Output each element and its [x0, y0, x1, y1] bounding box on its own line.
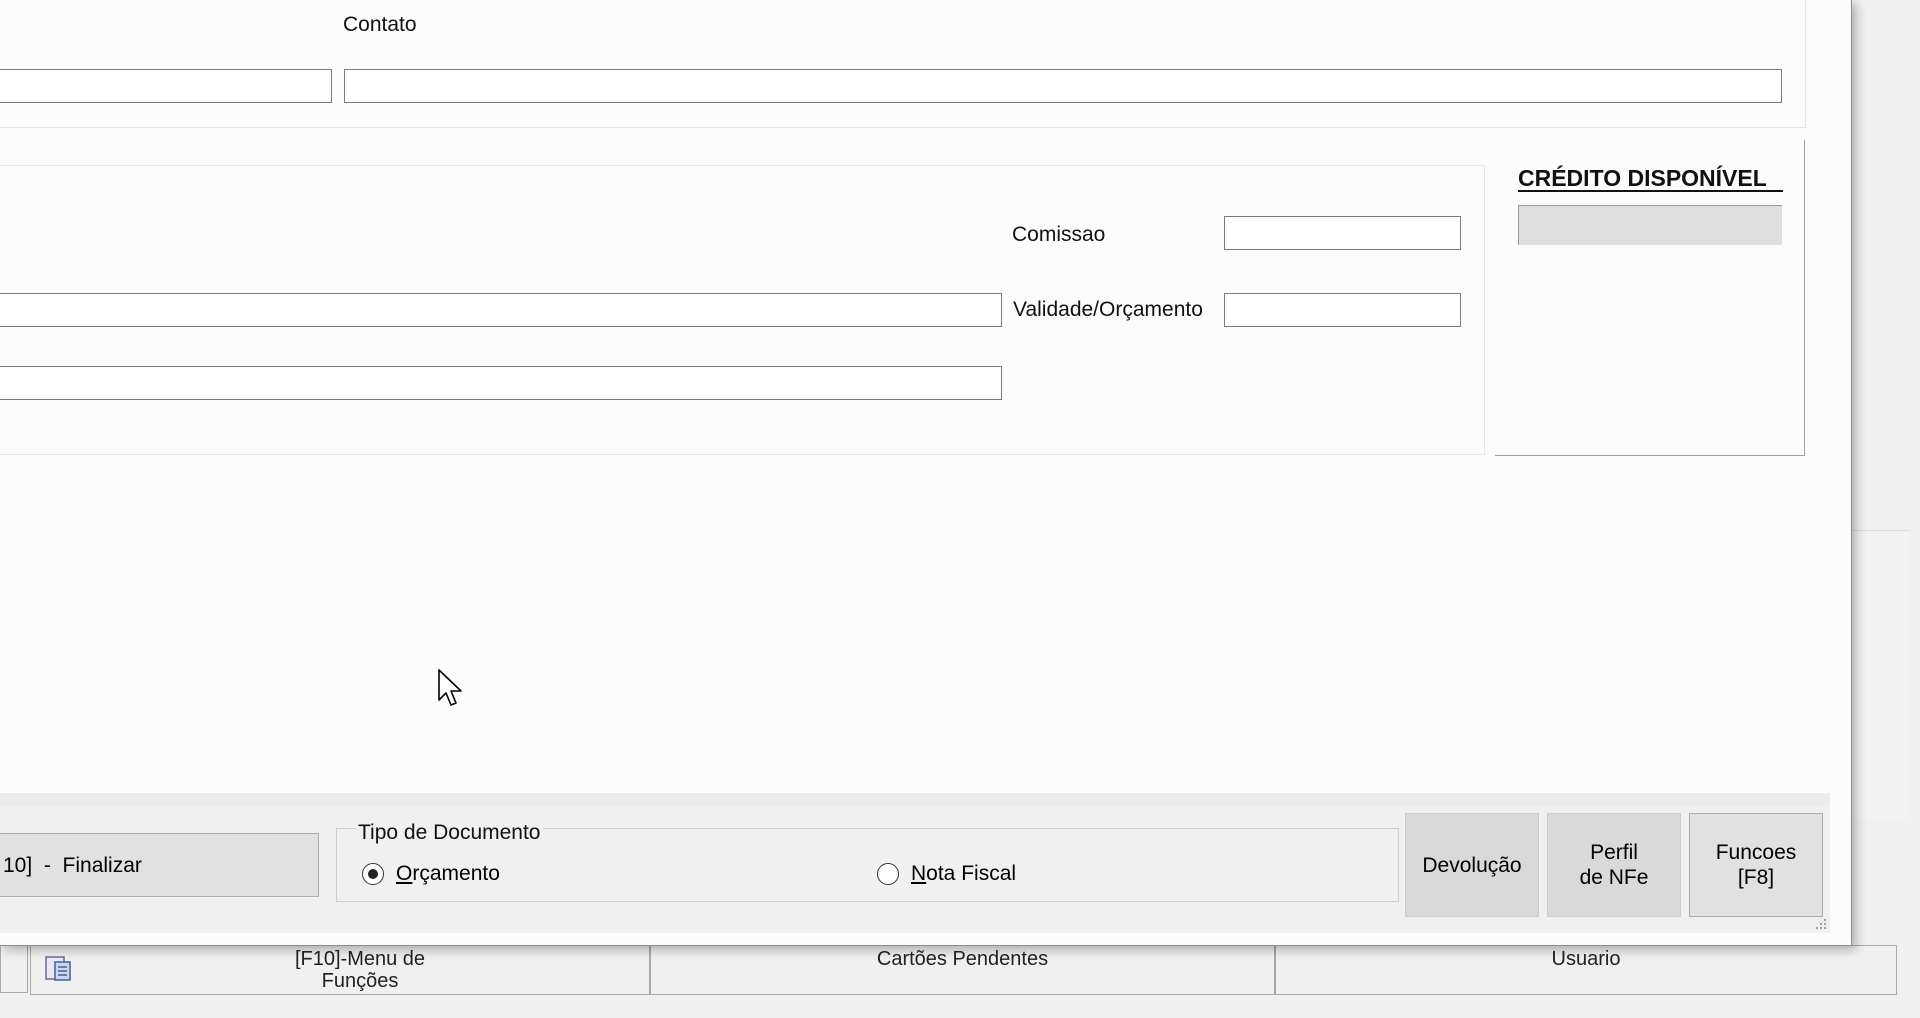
nota-fiscal-radio-circle[interactable]	[877, 863, 899, 885]
radio-selected-dot	[368, 869, 378, 879]
funcoes-label-line1: Funcoes	[1715, 841, 1797, 864]
credito-title-underline	[1518, 190, 1783, 192]
menu-functions-button[interactable]: [F10]-Menu de Funções	[30, 945, 650, 995]
comissao-label: Comissao	[1012, 223, 1106, 246]
perfil-nfe-button[interactable]: Perfil de NFe	[1547, 813, 1681, 917]
credito-disponivel-value	[1518, 205, 1782, 245]
detail-input-b[interactable]	[0, 366, 1002, 400]
mouse-cursor-icon	[438, 669, 462, 706]
perfil-label-line2: de NFe	[1579, 866, 1649, 889]
funcoes-label-line2: [F8]	[1737, 866, 1775, 889]
validade-orcamento-label: Validade/Orçamento	[1013, 298, 1203, 321]
usuario-label: Usuario	[1551, 948, 1621, 970]
orcamento-radio[interactable]: Orçamento	[362, 862, 500, 886]
finalizar-button[interactable]: 10] - Finalizar	[0, 833, 319, 897]
cartoes-pendentes-label: Cartões Pendentes	[876, 948, 1049, 970]
menu-functions-label: [F10]-Menu de Funções	[294, 948, 426, 992]
devolucao-label: Devolução	[1422, 853, 1522, 877]
menu-functions-icon	[45, 956, 71, 981]
credito-disponivel-title: CRÉDITO DISPONÍVEL	[1518, 165, 1767, 191]
nota-fiscal-label: Nota Fiscal	[911, 862, 1017, 885]
contact-section	[0, 0, 1806, 128]
background-button-partial[interactable]	[0, 945, 28, 993]
validade-orcamento-input[interactable]	[1224, 293, 1461, 327]
resize-grip-icon[interactable]	[1812, 915, 1828, 931]
orcamento-label: Orçamento	[396, 862, 500, 885]
orcamento-radio-circle[interactable]	[362, 863, 384, 885]
perfil-label-line1: Perfil	[1590, 841, 1638, 864]
dialog-bottom-bar: 10] - Finalizar Tipo de Documento Orçame…	[0, 793, 1830, 933]
cartoes-pendentes-button[interactable]: Cartões Pendentes	[650, 945, 1275, 995]
bottom-separator	[0, 793, 1830, 806]
contato-label: Contato	[343, 13, 417, 36]
contato-input[interactable]	[344, 69, 1782, 103]
detail-input-a[interactable]	[0, 293, 1002, 327]
comissao-input[interactable]	[1224, 216, 1461, 250]
dialog-content-area: Contato Comissao Validade/Orçamento CRÉD…	[0, 0, 1830, 793]
nota-fiscal-radio[interactable]: Nota Fiscal	[877, 862, 1016, 886]
background-function-bar: [F10]-Menu de Funções Cartões Pendentes …	[0, 945, 1900, 1015]
document-dialog: Contato Comissao Validade/Orçamento CRÉD…	[0, 0, 1852, 946]
finalizar-label: 10] - Finalizar	[3, 853, 142, 877]
usuario-button[interactable]: Usuario	[1275, 945, 1897, 995]
tipo-documento-label: Tipo de Documento	[356, 821, 543, 845]
devolucao-button[interactable]: Devolução	[1405, 813, 1539, 917]
left-top-input[interactable]	[0, 69, 332, 103]
funcoes-button[interactable]: Funcoes [F8]	[1689, 813, 1823, 917]
